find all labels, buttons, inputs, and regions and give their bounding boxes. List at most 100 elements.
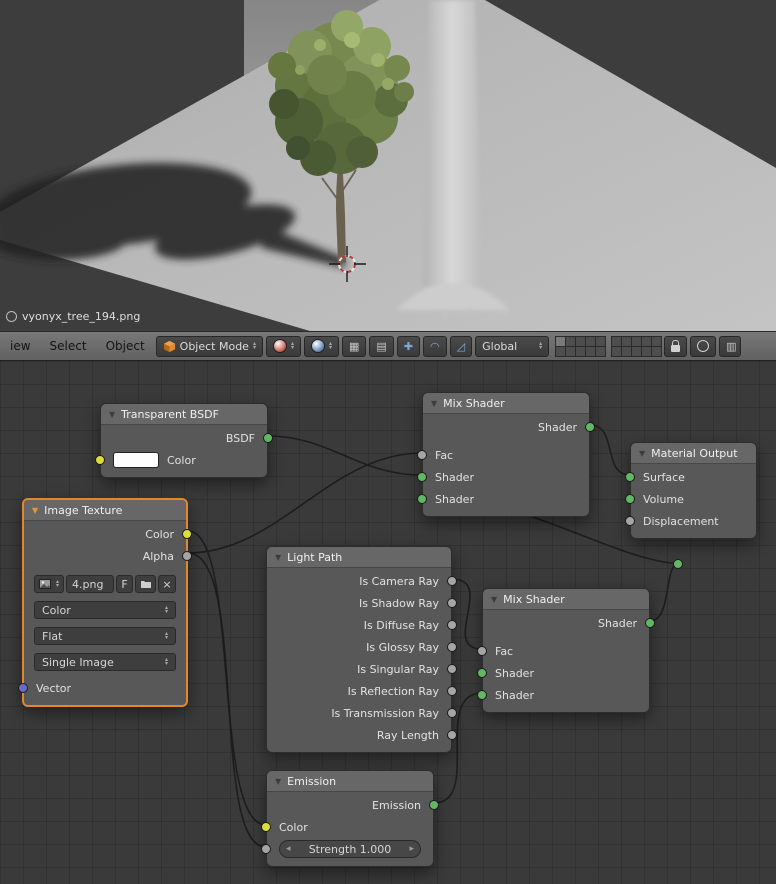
viewport-filename-label: vyonyx_tree_194.png [6,310,140,323]
collapse-icon[interactable]: ▼ [32,506,38,515]
manipulator-toggle[interactable]: ✚ [396,335,421,357]
render-preview-button[interactable] [690,335,717,357]
fac-input-socket[interactable] [417,450,427,460]
layer-buttons-group-2[interactable] [610,335,662,357]
collapse-icon[interactable]: ▼ [275,777,281,786]
dropdown-arrows-icon: ▴ ▾ [328,340,332,351]
node-title: Mix Shader [443,396,505,410]
edge-cut-button[interactable]: ▥ [719,335,742,357]
ray-length-output-socket[interactable] [447,730,457,740]
volume-input-socket[interactable] [625,494,635,504]
color-output-socket[interactable] [182,529,192,539]
is-camera-ray-output-socket[interactable] [447,576,457,586]
open-image-button[interactable] [135,575,156,593]
viewport-shading-dropdown[interactable]: ▴ ▾ [265,335,301,357]
node-title: Emission [287,774,337,788]
collapse-icon[interactable]: ▼ [109,410,115,419]
is-shadow-ray-output-socket[interactable] [447,598,457,608]
is-diffuse-ray-output-socket[interactable] [447,620,457,630]
is-reflection-ray-output-socket[interactable] [447,686,457,696]
collapse-icon[interactable]: ▼ [431,399,437,408]
is-singular-ray-output-socket[interactable] [447,664,457,674]
input-row: Color [95,449,267,471]
node-mix-shader-top[interactable]: ▼ Mix Shader Shader Fac Shader Shader [417,392,595,517]
node-title: Transparent BSDF [121,407,219,421]
viewport-3d[interactable]: vyonyx_tree_194.png [0,0,776,331]
dropdown-arrows-icon: ▴ ▾ [164,656,168,667]
snap-target-button[interactable]: ▤ [369,335,394,357]
dropdown-arrows-icon: ▴ ▾ [164,630,168,641]
node-emission[interactable]: ▼ Emission Emission Color ◂ Strength 1.0… [261,770,439,867]
menu-view[interactable]: iew [2,339,39,353]
strength-slider[interactable]: ◂ Strength 1.000 ▸ [279,840,421,858]
shader-output-socket[interactable] [585,422,595,432]
image-browse-dropdown[interactable]: ▴ ▾ [34,575,64,593]
color-input-socket[interactable] [95,455,105,465]
circle-icon [697,340,710,352]
output-row: BSDF [101,427,273,449]
menu-object[interactable]: Object [98,339,153,353]
manipulator-rotate-button[interactable]: ◠ [423,335,447,357]
unlink-image-button[interactable]: × [158,575,176,593]
blender-window: vyonyx_tree_194.png iew Select Object Ob… [0,0,776,884]
node-light-path[interactable]: ▼ Light Path Is Camera Ray Is Shadow Ray… [266,546,457,753]
socket-label: Volume [643,492,684,506]
color-space-dropdown[interactable]: Color ▴ ▾ [34,601,176,619]
shader-output-socket[interactable] [645,618,655,628]
alpha-output-socket[interactable] [182,551,192,561]
node-header[interactable]: ▼ Mix Shader [483,589,649,610]
bsdf-output-socket[interactable] [263,433,273,443]
node-editor[interactable]: ▼ Transparent BSDF BSDF Color ▼ Mix Shad… [0,361,776,884]
node-header[interactable]: ▼ Image Texture [24,500,186,521]
strength-input-socket[interactable] [261,844,271,854]
node-material-output[interactable]: ▼ Material Output Surface Volume Displac… [625,442,757,539]
node-image-texture[interactable]: ▼ Image Texture Color Alpha ▴▾ 4.png F [18,498,192,707]
slider-right-arrow-icon[interactable]: ▸ [409,844,414,854]
orientation-label: Global [482,339,518,353]
link-cameraray-to-mixbottom-fac[interactable] [451,578,483,650]
collapse-icon[interactable]: ▼ [275,553,281,562]
dropdown-arrows-icon: ▴ ▾ [290,340,294,351]
is-glossy-ray-output-socket[interactable] [447,642,457,652]
folder-icon [140,579,152,589]
vector-input-socket[interactable] [18,683,28,693]
fake-user-button[interactable]: F [116,575,133,593]
shader2-input-socket[interactable] [417,494,427,504]
fac-input-socket[interactable] [477,646,487,656]
color-input-socket[interactable] [261,822,271,832]
node-header[interactable]: ▼ Transparent BSDF [101,404,267,425]
socket-label: Is Glossy Ray [366,640,439,654]
collapse-icon[interactable]: ▼ [639,449,645,458]
node-header[interactable]: ▼ Emission [267,771,433,792]
node-header[interactable]: ▼ Light Path [267,547,451,568]
socket-label: Is Singular Ray [357,662,439,676]
node-header[interactable]: ▼ Material Output [631,443,756,464]
link-mixbottom-to-reroute[interactable] [649,563,679,622]
projection-dropdown[interactable]: Flat ▴ ▾ [34,627,176,645]
is-transmission-ray-output-socket[interactable] [447,708,457,718]
manipulator-scale-button[interactable]: ◿ [449,335,473,357]
image-name-field[interactable]: 4.png [66,575,114,593]
node-mix-shader-bottom[interactable]: ▼ Mix Shader Shader Fac Shader Shader [477,588,655,713]
shader2-input-socket[interactable] [477,690,487,700]
collapse-icon[interactable]: ▼ [491,595,497,604]
displacement-input-socket[interactable] [625,516,635,526]
source-dropdown[interactable]: Single Image ▴ ▾ [34,653,176,671]
color-swatch[interactable] [113,452,159,468]
pivot-dropdown[interactable]: ▴ ▾ [303,335,339,357]
surface-input-socket[interactable] [625,472,635,482]
mode-dropdown[interactable]: Object Mode ▴ ▾ [155,335,263,357]
orientation-dropdown[interactable]: Global ▴ ▾ [475,335,550,357]
shader1-input-socket[interactable] [477,668,487,678]
menu-select[interactable]: Select [42,339,95,353]
link-alpha-to-emission-strength[interactable] [187,552,267,848]
link-mixtop-to-output-surface[interactable] [589,424,631,476]
node-header[interactable]: ▼ Mix Shader [423,393,589,414]
lock-button[interactable] [664,335,688,357]
shader1-input-socket[interactable] [417,472,427,482]
reroute-node[interactable] [673,559,683,569]
node-transparent-bsdf[interactable]: ▼ Transparent BSDF BSDF Color [95,403,273,478]
snap-element-button[interactable]: ▦ [342,335,367,357]
emission-output-socket[interactable] [429,800,439,810]
layer-buttons-group-1[interactable] [554,335,606,357]
